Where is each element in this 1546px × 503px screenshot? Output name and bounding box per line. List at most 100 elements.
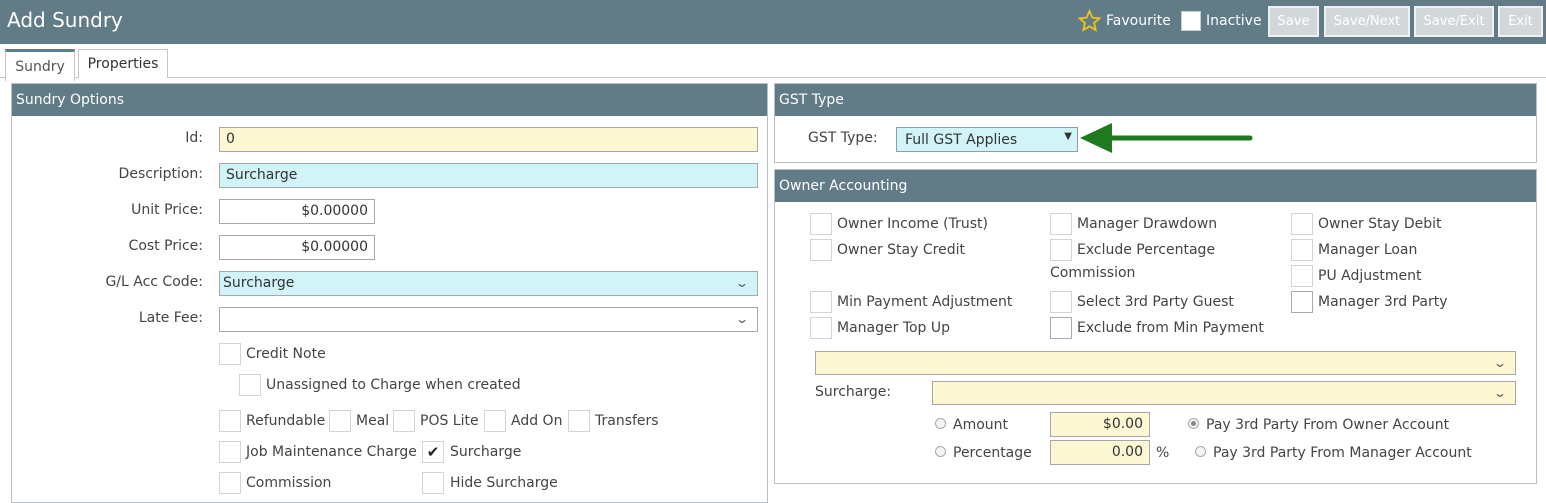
pu-adjustment-checkbox[interactable]	[1291, 265, 1313, 287]
commission-label: Commission	[246, 475, 332, 491]
surcharge-label: Surcharge	[450, 444, 522, 460]
amount-radio[interactable]	[935, 418, 946, 429]
gst-type-value: Full GST Applies	[905, 132, 1018, 148]
top-bar: Add Sundry Favourite Inactive Save Save/…	[0, 0, 1546, 44]
transfers-label: Transfers	[595, 413, 659, 429]
unassigned-checkbox[interactable]	[239, 374, 261, 396]
job-maintenance-label: Job Maintenance Charge	[246, 444, 417, 460]
favourite-label[interactable]: Favourite	[1106, 13, 1171, 29]
owner-income-trust-label: Owner Income (Trust)	[837, 216, 988, 232]
pay-manager-radio[interactable]	[1195, 446, 1206, 457]
gl-acc-code-label: G/L Acc Code:	[105, 274, 203, 290]
chevron-down-icon: ⌄	[734, 312, 750, 326]
gst-type-header: GST Type	[775, 84, 1536, 116]
percentage-label: Percentage	[953, 445, 1032, 461]
pay-manager-label: Pay 3rd Party From Manager Account	[1213, 445, 1472, 461]
percent-sign: %	[1156, 445, 1170, 461]
add-on-label: Add On	[511, 413, 563, 429]
tab-properties[interactable]: Properties	[78, 49, 168, 78]
owner-stay-credit-checkbox[interactable]	[810, 239, 832, 261]
refundable-label: Refundable	[246, 413, 326, 429]
exclude-min-payment-label: Exclude from Min Payment	[1077, 320, 1264, 336]
owner-accounting-header: Owner Accounting	[775, 170, 1536, 202]
cost-price-field[interactable]: $0.00000	[219, 235, 375, 260]
manager-loan-label: Manager Loan	[1318, 242, 1418, 258]
commission-checkbox[interactable]	[219, 472, 241, 494]
gst-type-label: GST Type:	[808, 130, 878, 146]
surcharge-account-label: Surcharge:	[815, 384, 892, 400]
pay-owner-label: Pay 3rd Party From Owner Account	[1206, 417, 1450, 433]
exclude-min-payment-checkbox[interactable]	[1050, 317, 1072, 339]
manager-3rd-party-checkbox[interactable]	[1291, 291, 1313, 313]
late-fee-select[interactable]: ⌄	[219, 307, 758, 332]
id-label: Id:	[185, 130, 203, 146]
star-icon[interactable]	[1077, 9, 1102, 33]
id-field[interactable]: 0	[219, 127, 758, 152]
pay-owner-radio[interactable]	[1188, 418, 1199, 429]
manager-drawdown-checkbox[interactable]	[1050, 213, 1072, 235]
meal-label: Meal	[356, 413, 390, 429]
description-label: Description:	[118, 166, 203, 182]
unassigned-label: Unassigned to Charge when created	[266, 377, 521, 393]
pos-lite-checkbox[interactable]	[393, 410, 415, 432]
gst-type-select[interactable]: Full GST Applies ▼	[896, 127, 1078, 152]
owner-stay-credit-label: Owner Stay Credit	[837, 242, 965, 258]
manager-top-up-checkbox[interactable]	[810, 317, 832, 339]
tab-bar: Sundry Properties	[0, 45, 1546, 81]
save-exit-button[interactable]: Save/Exit	[1414, 6, 1494, 37]
select-3rd-party-guest-checkbox[interactable]	[1050, 291, 1072, 313]
chevron-down-icon: ⌄	[1492, 386, 1508, 400]
exclude-percentage-label: Exclude Percentage	[1077, 242, 1216, 258]
select-3rd-party-guest-label: Select 3rd Party Guest	[1077, 294, 1234, 310]
hide-surcharge-label: Hide Surcharge	[450, 475, 558, 491]
percentage-field[interactable]: 0.00	[1050, 440, 1150, 465]
pu-adjustment-label: PU Adjustment	[1318, 268, 1422, 284]
manager-top-up-label: Manager Top Up	[837, 320, 951, 336]
owner-income-trust-checkbox[interactable]	[810, 213, 832, 235]
amount-field[interactable]: $0.00	[1050, 412, 1150, 437]
credit-note-checkbox[interactable]	[219, 343, 241, 365]
manager-drawdown-label: Manager Drawdown	[1077, 216, 1218, 232]
chevron-down-icon: ⌄	[734, 276, 750, 290]
meal-checkbox[interactable]	[329, 410, 351, 432]
credit-note-label: Credit Note	[246, 346, 326, 362]
hide-surcharge-checkbox[interactable]	[422, 472, 444, 494]
manager-loan-checkbox[interactable]	[1291, 239, 1313, 261]
sundry-options-header: Sundry Options	[12, 84, 767, 116]
min-payment-adjustment-checkbox[interactable]	[810, 291, 832, 313]
unit-price-label: Unit Price:	[131, 202, 203, 218]
percentage-radio[interactable]	[935, 446, 946, 457]
late-fee-label: Late Fee:	[138, 310, 203, 326]
inactive-label: Inactive	[1206, 13, 1262, 29]
amount-label: Amount	[953, 417, 1009, 433]
save-button[interactable]: Save	[1268, 6, 1319, 37]
job-maintenance-checkbox[interactable]	[219, 441, 241, 463]
chevron-down-icon: ⌄	[1492, 356, 1508, 370]
pos-lite-label: POS Lite	[420, 413, 479, 429]
inactive-checkbox[interactable]	[1181, 11, 1201, 31]
check-icon: ✔	[426, 443, 440, 461]
surcharge-account-select[interactable]: ⌄	[932, 381, 1516, 405]
transfers-checkbox[interactable]	[568, 410, 590, 432]
exclude-percentage-commission-checkbox[interactable]	[1050, 239, 1072, 261]
annotation-arrow-icon	[1080, 123, 1253, 153]
owner-stay-debit-checkbox[interactable]	[1291, 213, 1313, 235]
unit-price-field[interactable]: $0.00000	[219, 199, 375, 224]
min-payment-adjustment-label: Min Payment Adjustment	[837, 294, 1013, 310]
cost-price-label: Cost Price:	[128, 238, 203, 254]
description-field[interactable]: Surcharge	[219, 163, 758, 188]
exit-button[interactable]: Exit	[1498, 6, 1543, 37]
gl-acc-code-select[interactable]: Surcharge ⌄	[219, 271, 758, 296]
owner-stay-debit-label: Owner Stay Debit	[1318, 216, 1442, 232]
manager-3rd-party-label: Manager 3rd Party	[1318, 294, 1448, 310]
tab-sundry[interactable]: Sundry	[5, 49, 75, 81]
gl-acc-code-value: Surcharge	[223, 275, 295, 291]
caret-down-icon: ▼	[1064, 131, 1072, 142]
save-next-button[interactable]: Save/Next	[1324, 6, 1410, 37]
add-on-checkbox[interactable]	[484, 410, 506, 432]
exclude-percentage-commission-label: Commission	[1050, 265, 1136, 281]
owner-accounting-select[interactable]: ⌄	[815, 351, 1516, 375]
page-title: Add Sundry	[7, 8, 123, 32]
surcharge-checkbox[interactable]: ✔	[422, 441, 444, 463]
refundable-checkbox[interactable]	[219, 410, 241, 432]
